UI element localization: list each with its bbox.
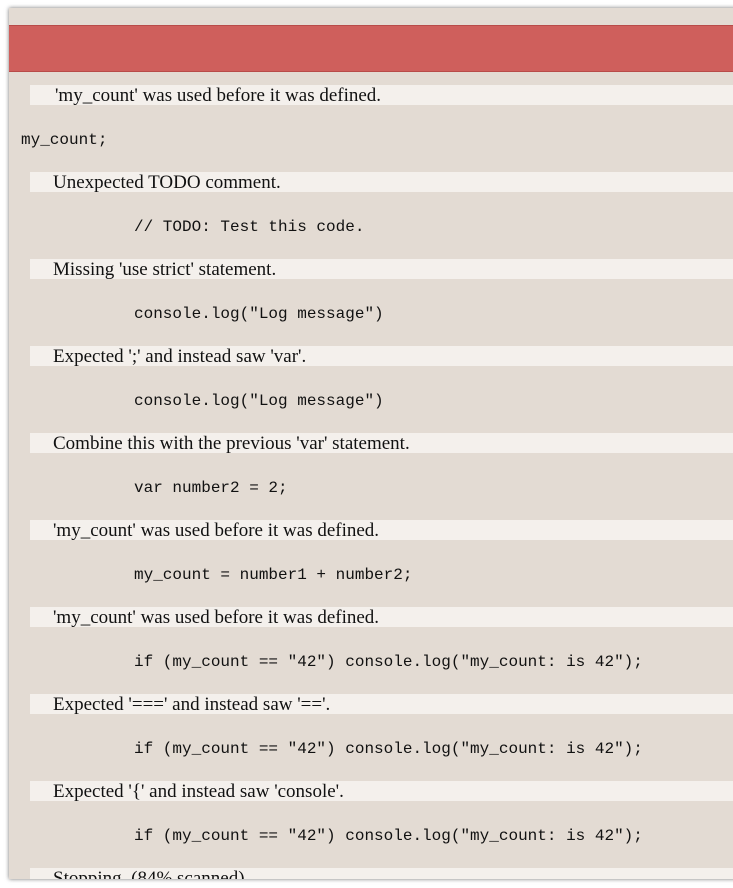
footer-text: Stopping. (84% scanned). [53,868,250,879]
code-line: if (my_count == "42") console.log("my_co… [9,648,733,678]
message-text: Expected ';' and instead saw 'var'. [53,346,307,367]
code-text: var number2 = 2; [134,479,288,497]
code-line: var number2 = 2; [9,474,733,504]
lint-message: Expected '{' and instead saw 'console'. [9,778,733,809]
code-text: if (my_count == "42") console.log("my_co… [134,827,643,845]
code-line: if (my_count == "42") console.log("my_co… [9,735,733,765]
lint-message: Unexpected TODO comment. [9,169,733,200]
code-text: my_count; [21,131,108,149]
lint-message-list: 'my_count' was used before it was define… [9,82,733,879]
code-text: if (my_count == "42") console.log("my_co… [134,653,643,671]
code-text: console.log("Log message") [134,305,384,323]
code-line: // TODO: Test this code. [9,213,733,243]
code-line: my_count; [9,126,733,156]
code-text: // TODO: Test this code. [134,218,365,236]
code-line: console.log("Log message") [9,300,733,330]
message-text: Combine this with the previous 'var' sta… [53,433,410,454]
lint-message: Expected '===' and instead saw '=='. [9,691,733,722]
lint-message: Expected ';' and instead saw 'var'. [9,343,733,374]
lint-message: 'my_count' was used before it was define… [9,517,733,548]
lint-results-panel: 'my_count' was used before it was define… [9,8,733,879]
message-text: Expected '{' and instead saw 'console'. [53,781,344,802]
error-header-bar [9,25,733,72]
message-text: Unexpected TODO comment. [53,172,281,193]
code-line: my_count = number1 + number2; [9,561,733,591]
message-text: 'my_count' was used before it was define… [53,520,380,541]
lint-footer-message: Stopping. (84% scanned). [9,865,733,879]
lint-message: Missing 'use strict' statement. [9,256,733,287]
code-text: console.log("Log message") [134,392,384,410]
message-text: 'my_count' was used before it was define… [55,85,382,106]
lint-message: 'my_count' was used before it was define… [9,82,733,113]
code-line: if (my_count == "42") console.log("my_co… [9,822,733,852]
message-text: 'my_count' was used before it was define… [53,607,380,628]
message-text: Expected '===' and instead saw '=='. [53,694,331,715]
code-text: my_count = number1 + number2; [134,566,413,584]
lint-message: Combine this with the previous 'var' sta… [9,430,733,461]
code-line: console.log("Log message") [9,387,733,417]
code-text: if (my_count == "42") console.log("my_co… [134,740,643,758]
lint-message: 'my_count' was used before it was define… [9,604,733,635]
message-text: Missing 'use strict' statement. [53,259,277,280]
